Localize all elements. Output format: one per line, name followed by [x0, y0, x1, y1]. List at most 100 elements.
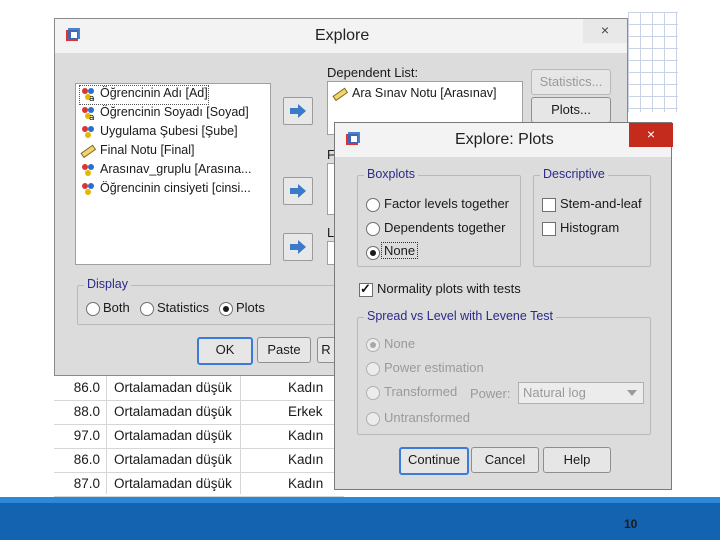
arrow-right-icon	[290, 184, 306, 198]
move-to-dependent-button[interactable]	[283, 97, 313, 125]
nominal-icon	[80, 125, 96, 139]
dependent-item-label: Ara Sınav Notu [Arasınav]	[352, 86, 497, 100]
normality-plots-label: Normality plots with tests	[377, 281, 521, 296]
boxplots-group: Boxplots Factor levels together Dependen…	[357, 167, 521, 267]
boxplots-none-label: None	[380, 242, 419, 259]
descriptive-group: Descriptive Stem-and-leaf Histogram	[533, 167, 651, 267]
dependents-together-label: Dependents together	[384, 220, 506, 235]
list-item[interactable]: Ara Sınav Notu [Arasınav]	[332, 86, 497, 104]
cancel-button[interactable]: Cancel	[471, 447, 539, 473]
boxplots-group-label: Boxplots	[364, 167, 418, 181]
nominal-icon	[80, 182, 96, 196]
group-cell[interactable]: Ortalamadan düşük	[114, 404, 232, 419]
variable-label: Öğrencinin cinsiyeti [cinsi...	[100, 181, 251, 195]
arrow-right-icon	[290, 104, 306, 118]
normality-plots-checkbox[interactable]	[359, 281, 373, 297]
display-statistics-label: Statistics	[157, 300, 210, 315]
gender-cell[interactable]: Kadın	[288, 380, 323, 395]
list-item[interactable]: a Öğrencinin Adı [Ad]	[79, 85, 209, 105]
variable-label: Öğrencinin Adı [Ad]	[100, 86, 208, 100]
spss-app-icon	[345, 131, 361, 147]
group-cell[interactable]: Ortalamadan düşük	[114, 428, 232, 443]
continue-button[interactable]: Continue	[399, 447, 469, 475]
table-row[interactable]: 86.0 Ortalamadan düşük Kadın	[54, 376, 344, 401]
score-cell[interactable]: 86.0	[62, 452, 100, 467]
display-both-label: Both	[103, 300, 130, 315]
reset-button[interactable]: R	[317, 337, 334, 363]
help-button[interactable]: Help	[543, 447, 611, 473]
plots-title: Explore: Plots	[455, 131, 554, 148]
list-item[interactable]: a Öğrencinin Soyadı [Soyad]	[80, 105, 249, 123]
group-cell[interactable]: Ortalamadan düşük	[114, 476, 232, 491]
variable-label: Final Notu [Final]	[100, 143, 195, 157]
score-cell[interactable]: 87.0	[62, 476, 100, 491]
footer-accent-bar	[0, 497, 720, 503]
spread-vs-level-group: Spread vs Level with Levene Test None Po…	[357, 309, 651, 435]
power-estimation-label: Power estimation	[384, 360, 484, 375]
variable-label: Arasınav_gruplu [Arasına...	[100, 162, 252, 176]
move-to-factor-button[interactable]	[283, 177, 313, 205]
score-cell[interactable]: 97.0	[62, 428, 100, 443]
factor-levels-together-radio[interactable]	[366, 198, 380, 212]
svg-text:a: a	[89, 94, 95, 101]
spread-none-radio[interactable]	[366, 338, 380, 352]
display-group: Display Both Statistics Plots	[77, 277, 339, 325]
svg-text:a: a	[89, 113, 95, 120]
slide-footer	[0, 497, 720, 540]
plots-close-button[interactable]: ×	[629, 123, 673, 147]
variable-label: Uygulama Şubesi [Şube]	[100, 124, 238, 138]
score-cell[interactable]: 88.0	[62, 404, 100, 419]
statistics-button[interactable]: Statistics...	[531, 69, 611, 95]
gender-cell[interactable]: Kadın	[288, 452, 323, 467]
score-cell[interactable]: 86.0	[62, 380, 100, 395]
power-select[interactable]: Natural log	[518, 382, 644, 404]
gender-cell[interactable]: Erkek	[288, 404, 323, 419]
display-statistics-radio[interactable]	[140, 302, 154, 316]
table-row[interactable]: 86.0 Ortalamadan düşük Kadın	[54, 448, 344, 473]
variable-label: Öğrencinin Soyadı [Soyad]	[100, 105, 249, 119]
transformed-label: Transformed	[384, 384, 458, 399]
move-to-label-button[interactable]	[283, 233, 313, 261]
group-cell[interactable]: Ortalamadan düşük	[114, 452, 232, 467]
scale-ruler-icon	[332, 87, 349, 101]
list-item[interactable]: Final Notu [Final]	[80, 143, 194, 161]
scale-ruler-icon	[80, 144, 97, 158]
arrow-right-icon	[290, 240, 306, 254]
gender-cell[interactable]: Kadın	[288, 428, 323, 443]
histogram-checkbox[interactable]	[542, 222, 556, 236]
display-plots-radio[interactable]	[219, 302, 233, 316]
descriptive-group-label: Descriptive	[540, 167, 608, 181]
transformed-radio[interactable]	[366, 386, 380, 400]
page-number: 10	[624, 517, 638, 531]
stem-and-leaf-label: Stem-and-leaf	[560, 196, 642, 211]
gender-cell[interactable]: Kadın	[288, 476, 323, 491]
explore-title: Explore	[315, 27, 370, 44]
data-sheet: 86.0 Ortalamadan düşük Kadın 88.0 Ortala…	[54, 376, 344, 497]
table-row[interactable]: 88.0 Ortalamadan düşük Erkek	[54, 400, 344, 425]
plots-titlebar: Explore: Plots ×	[335, 123, 673, 157]
spread-vs-level-label: Spread vs Level with Levene Test	[364, 309, 556, 323]
untransformed-radio[interactable]	[366, 412, 380, 426]
spread-none-label: None	[384, 336, 416, 351]
plots-button[interactable]: Plots...	[531, 97, 611, 123]
group-cell[interactable]: Ortalamadan düşük	[114, 380, 232, 395]
power-estimation-radio[interactable]	[366, 362, 380, 376]
dependents-together-radio[interactable]	[366, 222, 380, 236]
display-both-radio[interactable]	[86, 302, 100, 316]
nominal-string-icon: a	[80, 106, 96, 123]
boxplots-none-radio[interactable]	[366, 246, 380, 260]
explore-close-button[interactable]: ×	[583, 19, 627, 43]
list-item[interactable]: Öğrencinin cinsiyeti [cinsi...	[80, 181, 251, 199]
list-item[interactable]: Arasınav_gruplu [Arasına...	[80, 162, 251, 180]
stem-and-leaf-checkbox[interactable]	[542, 198, 556, 212]
table-row[interactable]: 97.0 Ortalamadan düşük Kadın	[54, 424, 344, 449]
power-select-value: Natural log	[523, 385, 586, 400]
factor-levels-together-label: Factor levels together	[384, 196, 510, 211]
table-row[interactable]: 87.0 Ortalamadan düşük Kadın	[54, 472, 344, 497]
ok-button[interactable]: OK	[197, 337, 253, 365]
variable-list[interactable]: a Öğrencinin Adı [Ad] a Öğrencinin Soyadı …	[75, 83, 271, 265]
spss-app-icon	[65, 27, 81, 43]
nominal-icon	[80, 163, 96, 177]
paste-button[interactable]: Paste	[257, 337, 311, 363]
list-item[interactable]: Uygulama Şubesi [Şube]	[80, 124, 238, 142]
